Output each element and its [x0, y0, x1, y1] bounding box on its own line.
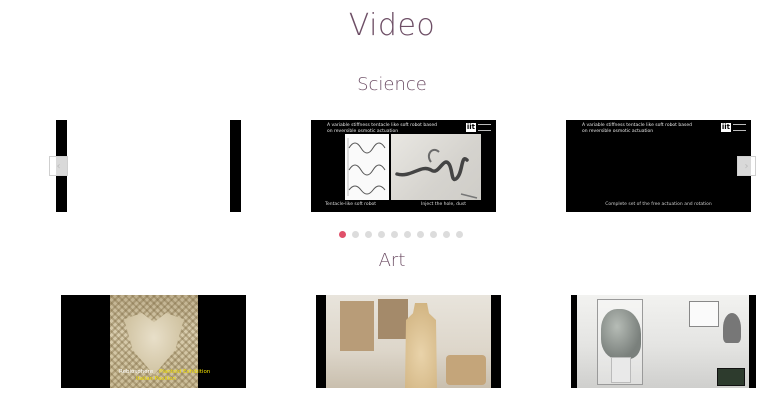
art-section-title: Art — [378, 250, 406, 271]
tentacle-photo — [391, 134, 481, 200]
art-video-thumbnail-2[interactable] — [316, 295, 501, 388]
art-video-thumbnail-1[interactable]: Rebiosphere Plantoid Exhibition Italian … — [61, 295, 246, 388]
carousel-dot[interactable] — [443, 231, 450, 238]
picture-in-picture-inset — [717, 368, 745, 386]
video-caption: A variable stiffness tentacle like soft … — [582, 123, 692, 134]
science-section-title: Science — [357, 74, 427, 95]
video-footer: Complete set of the free actuation and r… — [605, 202, 712, 207]
carousel-dot[interactable] — [378, 231, 385, 238]
carousel-dot[interactable] — [417, 231, 424, 238]
page-title: Video — [348, 8, 436, 43]
iit-logo-lines — [478, 124, 491, 131]
pedestal — [611, 357, 631, 383]
wall-artwork — [340, 301, 374, 351]
video-subtitle: Rebiosphere — [119, 369, 154, 375]
iit-logo-text: iit — [465, 123, 476, 132]
video-footer-left: Tentacle-like soft robot — [325, 202, 377, 207]
carousel-prev-button[interactable]: ‹ — [49, 156, 68, 176]
wave-graphs — [347, 138, 386, 196]
exhibition-room-image — [326, 295, 491, 388]
carousel-dot[interactable] — [430, 231, 437, 238]
art-video-thumbnail-3[interactable] — [571, 295, 756, 388]
carousel-next-button[interactable]: › — [737, 156, 756, 176]
iit-logo-lines — [733, 124, 746, 131]
iit-logo: iit — [720, 123, 746, 132]
video-subtitle-highlight: Plantoid Exhibition — [159, 369, 211, 375]
video-footer-right: Inject the hole, dust — [421, 202, 466, 207]
carousel-dot[interactable] — [456, 231, 463, 238]
carousel-dot[interactable] — [339, 231, 346, 238]
carousel-dot[interactable] — [391, 231, 398, 238]
chevron-right-icon: › — [744, 160, 749, 172]
iit-logo-text: iit — [720, 123, 731, 132]
chevron-left-icon: ‹ — [56, 160, 61, 172]
carousel-pagination — [339, 231, 463, 238]
gallery-image — [577, 295, 749, 388]
wall-artwork — [378, 299, 408, 339]
letterbox-bar-right — [230, 120, 241, 212]
carousel-dot[interactable] — [404, 231, 411, 238]
video-subtitle-highlight-2: Italian Pavilion — [136, 376, 176, 382]
science-video-thumbnail-1[interactable] — [56, 120, 241, 212]
carousel-dot[interactable] — [352, 231, 359, 238]
carousel-dot[interactable] — [365, 231, 372, 238]
iit-logo: iit — [465, 123, 491, 132]
science-video-thumbnail-3[interactable]: A variable stiffness tentacle like soft … — [566, 120, 751, 212]
tentacle-shape — [395, 148, 478, 199]
graph-panel — [345, 134, 389, 200]
bonsai-sculpture — [601, 309, 641, 359]
video-caption: A variable stiffness tentacle like soft … — [327, 123, 437, 134]
wall-frame — [689, 301, 719, 327]
basket-object — [446, 355, 486, 385]
science-video-thumbnail-2[interactable]: A variable stiffness tentacle like soft … — [311, 120, 496, 212]
standing-figure — [723, 313, 741, 343]
woven-heart-shape — [124, 313, 184, 375]
